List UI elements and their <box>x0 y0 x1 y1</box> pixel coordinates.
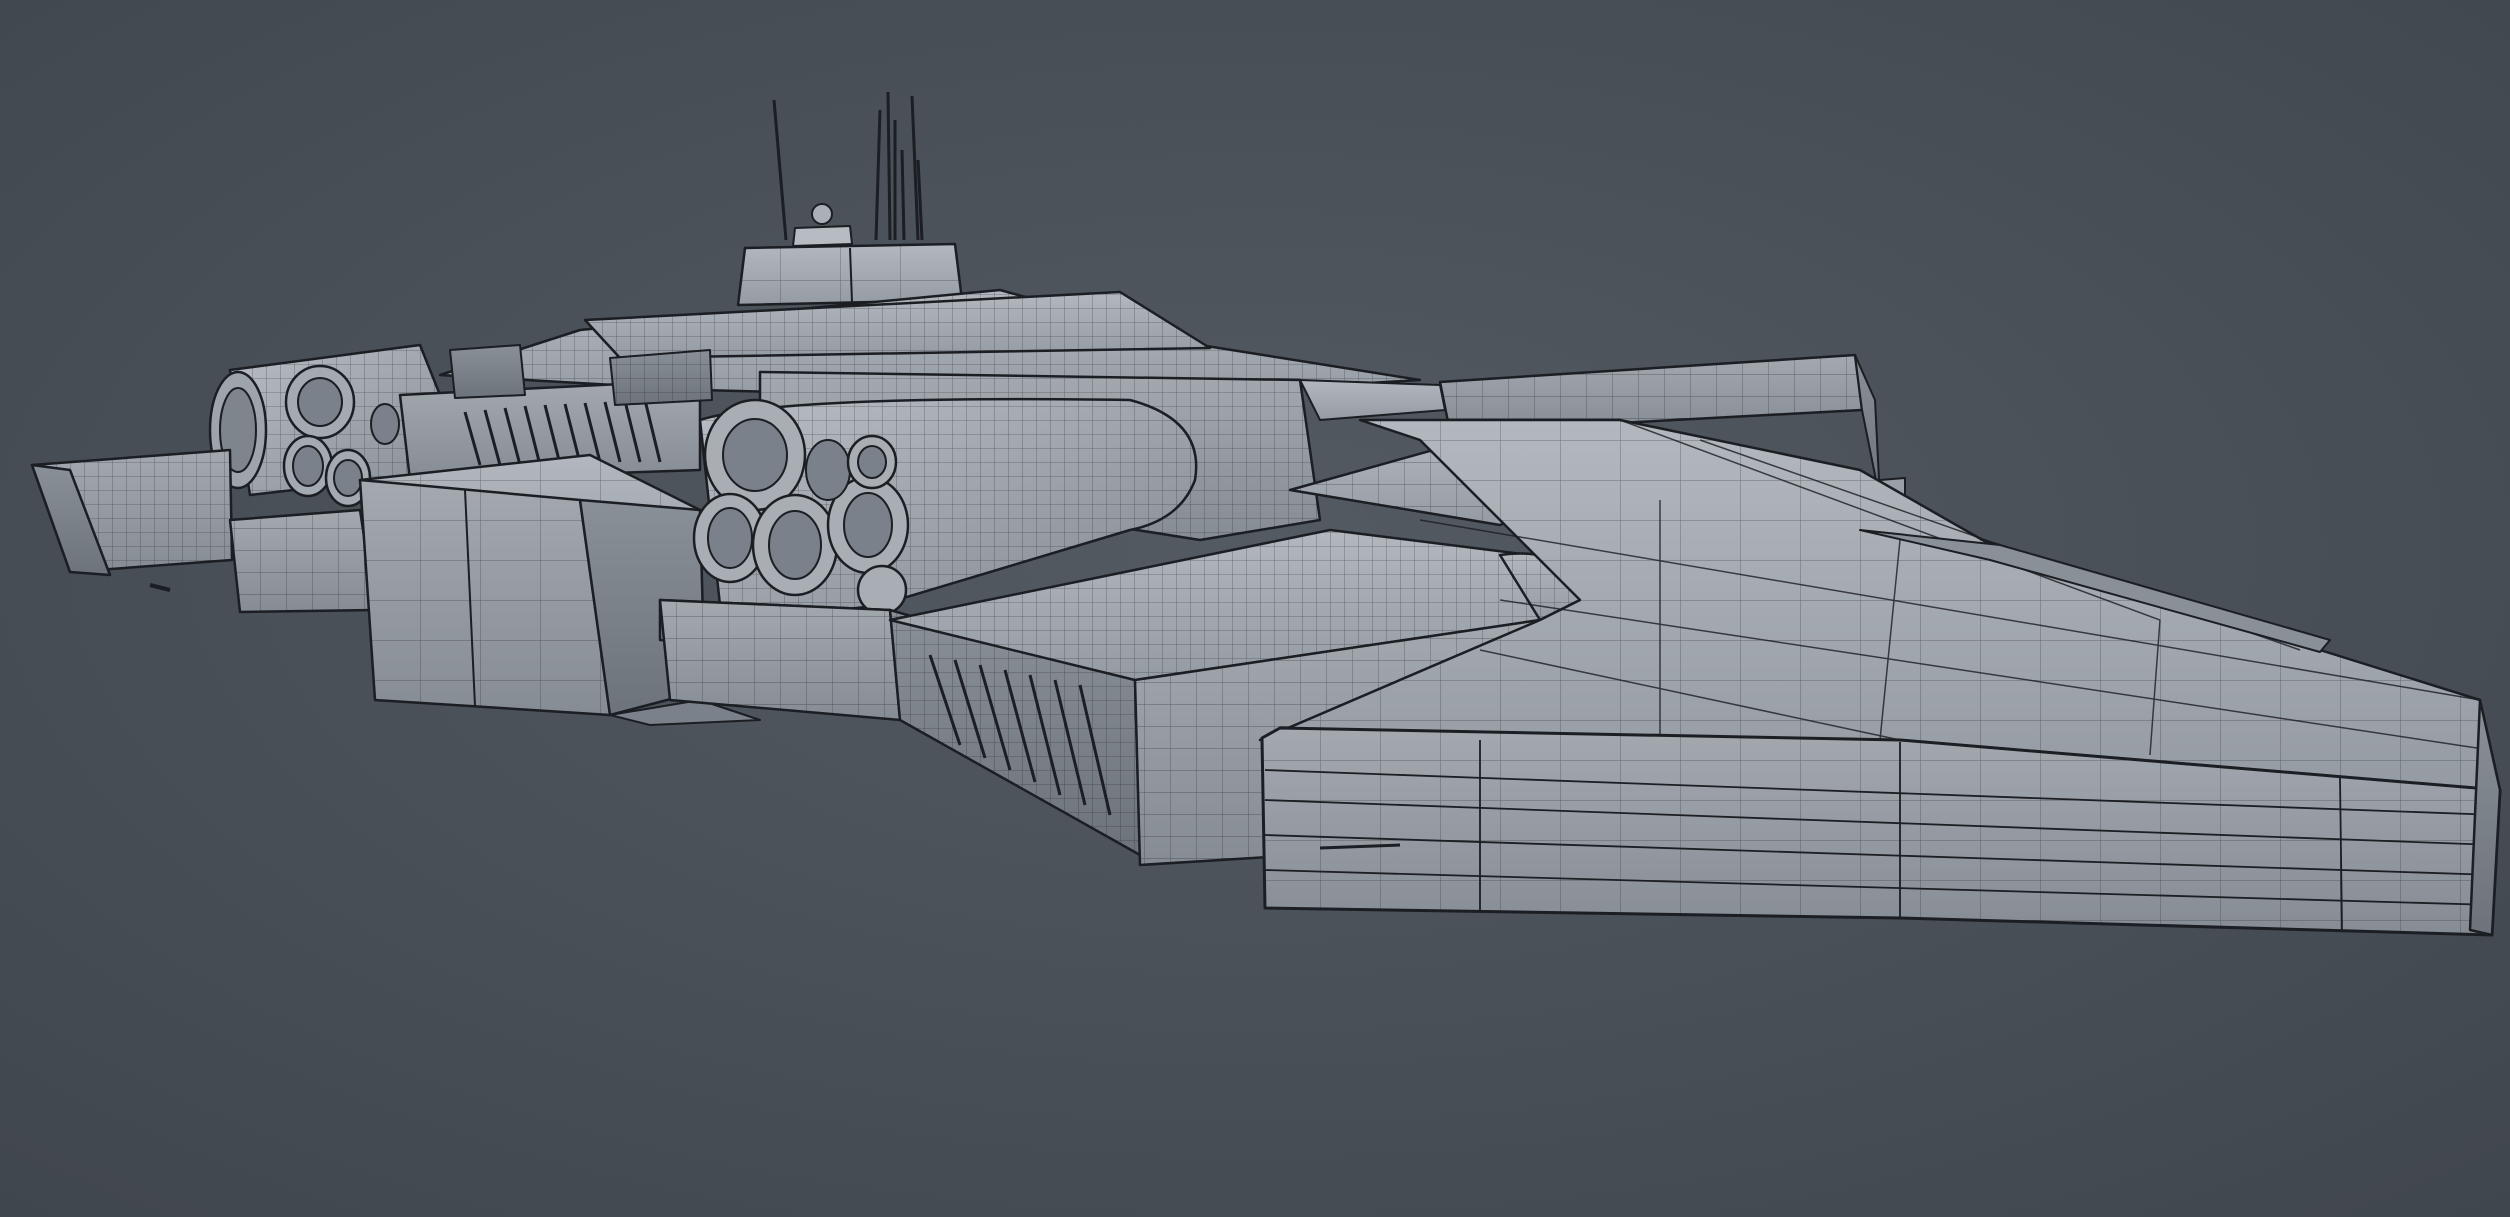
render-canvas <box>0 0 2510 1217</box>
lower-hull-left <box>228 508 377 614</box>
3d-viewport[interactable] <box>0 0 2510 1217</box>
